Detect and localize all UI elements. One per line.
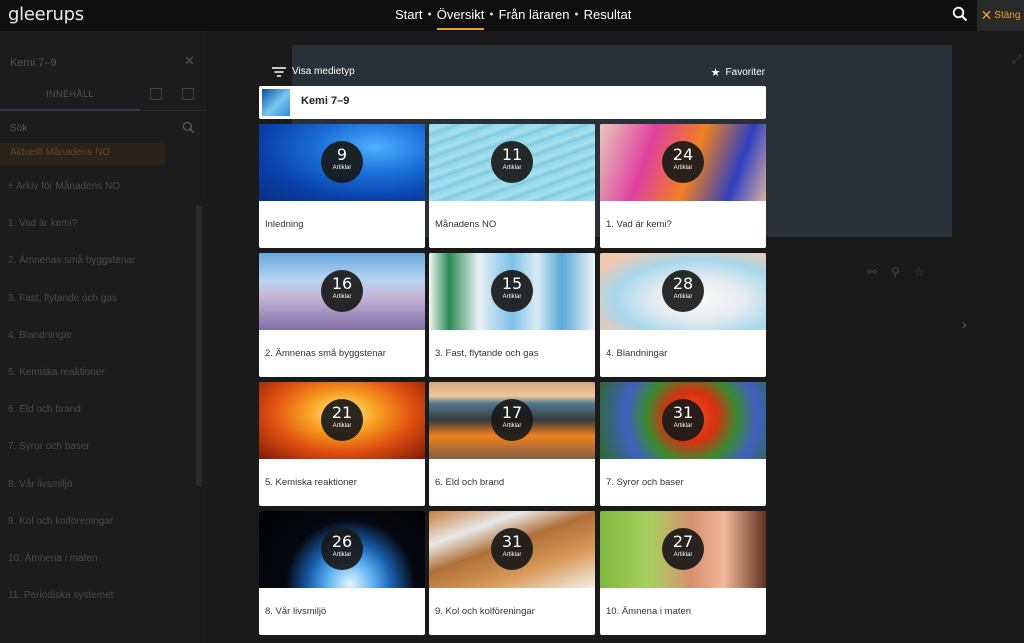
chapter-card[interactable]: 21 Artiklar 5. Kemiska reaktioner bbox=[259, 382, 425, 506]
star-outline-icon[interactable]: ☆ bbox=[914, 265, 925, 279]
chapter-title: 3. Fast, flytande och gas bbox=[435, 348, 539, 359]
sidebar-item[interactable]: 9. Kol och kolföreningar bbox=[8, 516, 135, 553]
favorites-label: Favoriter bbox=[725, 67, 765, 78]
sidebar-item[interactable]: 7. Syror och baser bbox=[8, 441, 135, 478]
close-icon: ✕ bbox=[980, 7, 993, 23]
chapter-title: 9. Kol och kolföreningar bbox=[435, 606, 535, 617]
chapter-card[interactable]: 28 Artiklar 4. Blandningar bbox=[600, 253, 766, 377]
article-count-badge: 9 Artiklar bbox=[321, 141, 363, 183]
nav-separator: ● bbox=[489, 11, 494, 18]
sidebar-title: Kemi 7–9 bbox=[10, 57, 57, 69]
sidebar-item[interactable]: 2. Ämnenas små byggstenar bbox=[8, 255, 135, 292]
article-count-badge: 27 Artiklar bbox=[662, 528, 704, 570]
star-icon: ★ bbox=[710, 67, 721, 79]
sidebar-item[interactable]: 4. Blandningar bbox=[8, 330, 135, 367]
sidebar-list: + Arkiv för Månadens NO 1. Vad är kemi? … bbox=[8, 181, 135, 627]
article-count-badge: 26 Artiklar bbox=[321, 528, 363, 570]
sidebar-close-icon[interactable]: ✕ bbox=[184, 53, 195, 69]
sidebar-scrollbar[interactable] bbox=[196, 206, 202, 486]
tab-notes-icon[interactable] bbox=[182, 88, 194, 100]
chapter-title: 1. Vad är kemi? bbox=[606, 219, 672, 230]
sidebar-search-input[interactable]: Sök bbox=[10, 123, 27, 134]
sidebar-item[interactable]: 1. Vad är kemi? bbox=[8, 218, 135, 255]
nav-start[interactable]: Start bbox=[395, 7, 422, 30]
chapter-card[interactable]: 31 Artiklar 7. Syror och baser bbox=[600, 382, 766, 506]
tab-innehall[interactable]: INNEHÅLL bbox=[0, 83, 140, 111]
chapter-title: 8. Vår livsmiljö bbox=[265, 606, 327, 617]
book-thumbnail bbox=[262, 89, 290, 116]
filter-icon bbox=[272, 66, 286, 77]
article-count-badge: 28 Artiklar bbox=[662, 270, 704, 312]
chapter-card[interactable]: 26 Artiklar 8. Vår livsmiljö bbox=[259, 511, 425, 635]
content-actions: ⚯ ⚲ ☆ bbox=[867, 265, 925, 279]
chevron-right-icon[interactable]: › bbox=[962, 316, 967, 332]
article-count-badge: 15 Artiklar bbox=[491, 270, 533, 312]
chapter-title: 4. Blandningar bbox=[606, 348, 668, 359]
chapter-card[interactable]: 9 Artiklar Inledning bbox=[259, 124, 425, 248]
article-count-badge: 17 Artiklar bbox=[491, 399, 533, 441]
sidebar-item[interactable]: 10. Ämnena i maten bbox=[8, 553, 135, 590]
article-count-badge: 24 Artiklar bbox=[662, 141, 704, 183]
close-label: Stäng bbox=[994, 10, 1021, 21]
sidebar-current-item[interactable]: Aktuellt Månadens NO bbox=[0, 143, 165, 165]
close-button[interactable]: ✕ Stäng bbox=[977, 0, 1024, 31]
article-count-badge: 21 Artiklar bbox=[321, 399, 363, 441]
main-nav: Start ● Översikt ● Från läraren ● Result… bbox=[395, 7, 631, 30]
sidebar: Kemi 7–9 ✕ INNEHÅLL Sök Aktuellt Månaden… bbox=[0, 31, 207, 643]
article-count-badge: 31 Artiklar bbox=[662, 399, 704, 441]
sidebar-search-icon[interactable] bbox=[182, 121, 195, 137]
chapter-card[interactable]: 15 Artiklar 3. Fast, flytande och gas bbox=[429, 253, 595, 377]
expand-icon[interactable]: ⤢ bbox=[1012, 52, 1022, 67]
gleerups-logo[interactable]: gleerups bbox=[8, 4, 84, 25]
chapter-title: 7. Syror och baser bbox=[606, 477, 684, 488]
sidebar-item[interactable]: 5. Kemiska reaktioner bbox=[8, 367, 135, 404]
chapter-card[interactable]: 31 Artiklar 9. Kol och kolföreningar bbox=[429, 511, 595, 635]
chapter-title: 2. Ämnenas små byggstenar bbox=[265, 348, 386, 359]
chapter-title: 5. Kemiska reaktioner bbox=[265, 477, 357, 488]
article-count-badge: 31 Artiklar bbox=[491, 528, 533, 570]
nav-fran-lararen[interactable]: Från läraren bbox=[499, 7, 570, 30]
nav-oversikt[interactable]: Översikt bbox=[436, 7, 484, 30]
chapter-card[interactable]: 24 Artiklar 1. Vad är kemi? bbox=[600, 124, 766, 248]
chapter-card[interactable]: 27 Artiklar 10. Ämnena i maten bbox=[600, 511, 766, 635]
sidebar-item[interactable]: 11. Periodiska systemet bbox=[8, 590, 135, 627]
article-count-badge: 16 Artiklar bbox=[321, 270, 363, 312]
book-title: Kemi 7–9 bbox=[301, 95, 350, 107]
sidebar-item[interactable]: 3. Fast, flytande och gas bbox=[8, 293, 135, 330]
media-type-filter[interactable]: Visa medietyp bbox=[272, 66, 355, 77]
nav-separator: ● bbox=[427, 11, 432, 18]
chapter-title: 6. Eld och brand bbox=[435, 477, 505, 488]
sidebar-item[interactable]: 6. Eld och brand bbox=[8, 404, 135, 441]
share-icon[interactable]: ⚲ bbox=[891, 265, 900, 279]
overview-modal: Visa medietyp ★ Favoriter Kemi 7–9 9 Arti… bbox=[255, 60, 770, 643]
filter-label: Visa medietyp bbox=[292, 66, 355, 77]
chapter-card[interactable]: 17 Artiklar 6. Eld och brand bbox=[429, 382, 595, 506]
book-header[interactable]: Kemi 7–9 bbox=[259, 86, 766, 119]
link-icon[interactable]: ⚯ bbox=[867, 265, 877, 279]
tab-pages-icon[interactable] bbox=[150, 88, 162, 100]
top-bar: gleerups Start ● Översikt ● Från läraren… bbox=[0, 0, 1024, 31]
chapter-title: 10. Ämnena i maten bbox=[606, 606, 692, 617]
sidebar-tabs: INNEHÅLL bbox=[0, 83, 207, 111]
nav-resultat[interactable]: Resultat bbox=[584, 7, 632, 30]
chapter-card[interactable]: 16 Artiklar 2. Ämnenas små byggstenar bbox=[259, 253, 425, 377]
chapter-title: Inledning bbox=[265, 219, 304, 230]
chapter-card[interactable]: 11 Artiklar Månadens NO bbox=[429, 124, 595, 248]
article-count-badge: 11 Artiklar bbox=[491, 141, 533, 183]
favorites-button[interactable]: ★ Favoriter bbox=[711, 66, 765, 79]
nav-separator: ● bbox=[574, 11, 579, 18]
sidebar-item[interactable]: + Arkiv för Månadens NO bbox=[8, 181, 135, 218]
search-icon[interactable] bbox=[952, 6, 970, 24]
sidebar-item[interactable]: 8. Vår livsmiljö bbox=[8, 479, 135, 516]
chapter-title: Månadens NO bbox=[435, 219, 497, 230]
